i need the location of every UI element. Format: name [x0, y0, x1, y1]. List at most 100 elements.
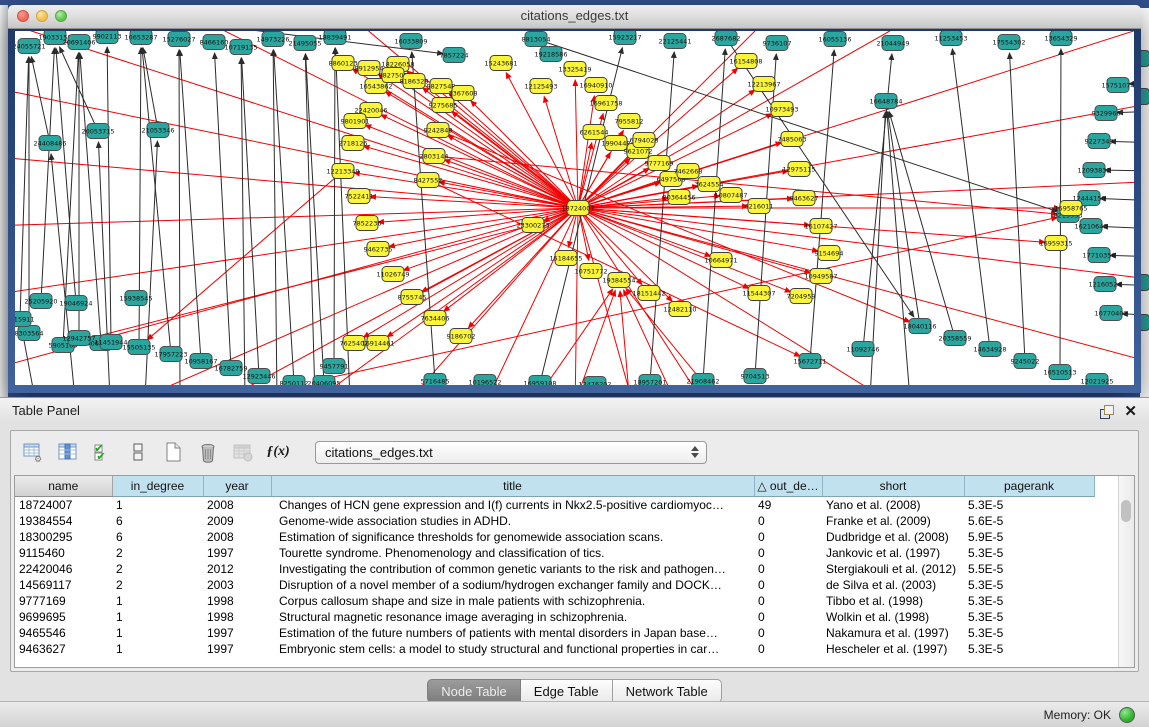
cell-in_degree[interactable]: 6	[112, 513, 203, 529]
cell-title[interactable]: Estimation of significance thresholds fo…	[271, 529, 754, 545]
cell-pagerank[interactable]: 5.3E-5	[964, 577, 1094, 593]
table-mode-button[interactable]: ⚙	[19, 438, 47, 466]
cell-in_degree[interactable]: 1	[112, 593, 203, 609]
column-header-pagerank[interactable]: pagerank	[964, 476, 1094, 497]
cell-year[interactable]: 2003	[203, 577, 271, 593]
cell-pagerank[interactable]: 5.3E-5	[964, 593, 1094, 609]
cell-year[interactable]: 1998	[203, 609, 271, 625]
cell-short[interactable]: Nakamura et al. (1997)	[822, 625, 964, 641]
cell-short[interactable]: Jankovic et al. (1997)	[822, 545, 964, 561]
cell-year[interactable]: 2008	[203, 529, 271, 545]
cell-short[interactable]: Hescheler et al. (1997)	[822, 641, 964, 657]
cell-name[interactable]: 18300295	[15, 529, 112, 545]
cell-title[interactable]: Investigating the contribution of common…	[271, 561, 754, 577]
cell-short[interactable]: Franke et al. (2009)	[822, 513, 964, 529]
cell-short[interactable]: Wolkin et al. (1998)	[822, 609, 964, 625]
cell-in_degree[interactable]: 1	[112, 641, 203, 657]
float-panel-icon[interactable]	[1100, 405, 1113, 418]
cell-pagerank[interactable]: 5.3E-5	[964, 497, 1094, 514]
column-visibility-button[interactable]	[54, 438, 82, 466]
cell-out_degree[interactable]: 0	[754, 593, 822, 609]
cell-year[interactable]: 1997	[203, 625, 271, 641]
cell-short[interactable]: Yano et al. (2008)	[822, 497, 964, 514]
select-rows-button[interactable]: ✔ ✔	[89, 438, 117, 466]
cell-pagerank[interactable]: 5.6E-5	[964, 513, 1094, 529]
memory-status-indicator[interactable]	[1119, 707, 1135, 723]
window-titlebar[interactable]: citations_edges.txt	[8, 5, 1141, 29]
table-selector-dropdown[interactable]: citations_edges.txt	[315, 441, 707, 464]
cell-name[interactable]: 14569117	[15, 577, 112, 593]
table-row[interactable]: 1872400712008Changes of HCN gene express…	[15, 497, 1094, 514]
cell-short[interactable]: Dudbridge et al. (2008)	[822, 529, 964, 545]
cell-name[interactable]: 9463627	[15, 641, 112, 657]
cell-short[interactable]: Stergiakouli et al. (2012)	[822, 561, 964, 577]
cell-out_degree[interactable]: 0	[754, 513, 822, 529]
tab-node-table[interactable]: Node Table	[427, 679, 521, 703]
tab-edge-table[interactable]: Edge Table	[521, 679, 613, 703]
cell-pagerank[interactable]: 5.5E-5	[964, 561, 1094, 577]
cell-pagerank[interactable]: 5.3E-5	[964, 609, 1094, 625]
column-header-title[interactable]: title	[271, 476, 754, 497]
cell-name[interactable]: 9465546	[15, 625, 112, 641]
window-zoom-button[interactable]	[55, 10, 67, 22]
cell-out_degree[interactable]: 0	[754, 625, 822, 641]
cell-title[interactable]: Estimation of the future numbers of pati…	[271, 625, 754, 641]
cell-out_degree[interactable]: 0	[754, 641, 822, 657]
window-close-button[interactable]	[17, 10, 29, 22]
cell-out_degree[interactable]: 0	[754, 577, 822, 593]
table-row[interactable]: 2242004622012Investigating the contribut…	[15, 561, 1094, 577]
column-header-in_degree[interactable]: in_degree	[112, 476, 203, 497]
table-row[interactable]: 946554611997Estimation of the future num…	[15, 625, 1094, 641]
cell-in_degree[interactable]: 2	[112, 577, 203, 593]
window-minimize-button[interactable]	[36, 10, 48, 22]
table-row[interactable]: 1456911722003Disruption of a novel membe…	[15, 577, 1094, 593]
table-row[interactable]: 977716911998Corpus callosum shape and si…	[15, 593, 1094, 609]
cell-year[interactable]: 2009	[203, 513, 271, 529]
cell-pagerank[interactable]: 5.3E-5	[964, 545, 1094, 561]
cell-year[interactable]: 1998	[203, 593, 271, 609]
cell-title[interactable]: Structural magnetic resonance image aver…	[271, 609, 754, 625]
network-canvas[interactable]: 2405572119033158206914069902113106532871…	[15, 31, 1134, 385]
cell-pagerank[interactable]: 5.3E-5	[964, 625, 1094, 641]
close-panel-icon[interactable]: ✕	[1124, 402, 1137, 420]
table-row[interactable]: 1830029562008Estimation of significance …	[15, 529, 1094, 545]
cell-name[interactable]: 9699695	[15, 609, 112, 625]
cell-year[interactable]: 1997	[203, 641, 271, 657]
cell-title[interactable]: Genome-wide association studies in ADHD.	[271, 513, 754, 529]
table-row[interactable]: 911546021997Tourette syndrome. Phenomeno…	[15, 545, 1094, 561]
cell-name[interactable]: 9777169	[15, 593, 112, 609]
tab-network-table[interactable]: Network Table	[613, 679, 722, 703]
cell-pagerank[interactable]: 5.3E-5	[964, 641, 1094, 657]
cell-in_degree[interactable]: 1	[112, 497, 203, 514]
cell-in_degree[interactable]: 1	[112, 609, 203, 625]
cell-out_degree[interactable]: 0	[754, 545, 822, 561]
table-row[interactable]: 946362711997Embryonic stem cells: a mode…	[15, 641, 1094, 657]
cell-in_degree[interactable]: 1	[112, 625, 203, 641]
column-header-year[interactable]: year	[203, 476, 271, 497]
scrollbar-thumb[interactable]	[1121, 500, 1131, 522]
cell-title[interactable]: Corpus callosum shape and size in male p…	[271, 593, 754, 609]
cell-year[interactable]: 2008	[203, 497, 271, 514]
new-table-button[interactable]	[159, 438, 187, 466]
cell-out_degree[interactable]: 0	[754, 561, 822, 577]
row-height-button[interactable]	[124, 438, 152, 466]
cell-title[interactable]: Embryonic stem cells: a model to study s…	[271, 641, 754, 657]
table-scrollbar[interactable]	[1118, 476, 1134, 667]
import-table-button[interactable]	[229, 438, 257, 466]
table-row[interactable]: 1938455462009Genome-wide association stu…	[15, 513, 1094, 529]
cell-title[interactable]: Disruption of a novel member of a sodium…	[271, 577, 754, 593]
cell-name[interactable]: 18724007	[15, 497, 112, 514]
column-header-out_degree[interactable]: △ out_de…	[754, 476, 822, 497]
delete-table-button[interactable]	[194, 438, 222, 466]
cell-year[interactable]: 1997	[203, 545, 271, 561]
cell-in_degree[interactable]: 2	[112, 561, 203, 577]
cell-name[interactable]: 9115460	[15, 545, 112, 561]
cell-name[interactable]: 22420046	[15, 561, 112, 577]
cell-year[interactable]: 2012	[203, 561, 271, 577]
column-header-short[interactable]: short	[822, 476, 964, 497]
table-row[interactable]: 969969511998Structural magnetic resonanc…	[15, 609, 1094, 625]
function-builder-button[interactable]: ƒ(x)	[264, 438, 292, 466]
cell-in_degree[interactable]: 2	[112, 545, 203, 561]
cell-out_degree[interactable]: 0	[754, 529, 822, 545]
cell-in_degree[interactable]: 6	[112, 529, 203, 545]
